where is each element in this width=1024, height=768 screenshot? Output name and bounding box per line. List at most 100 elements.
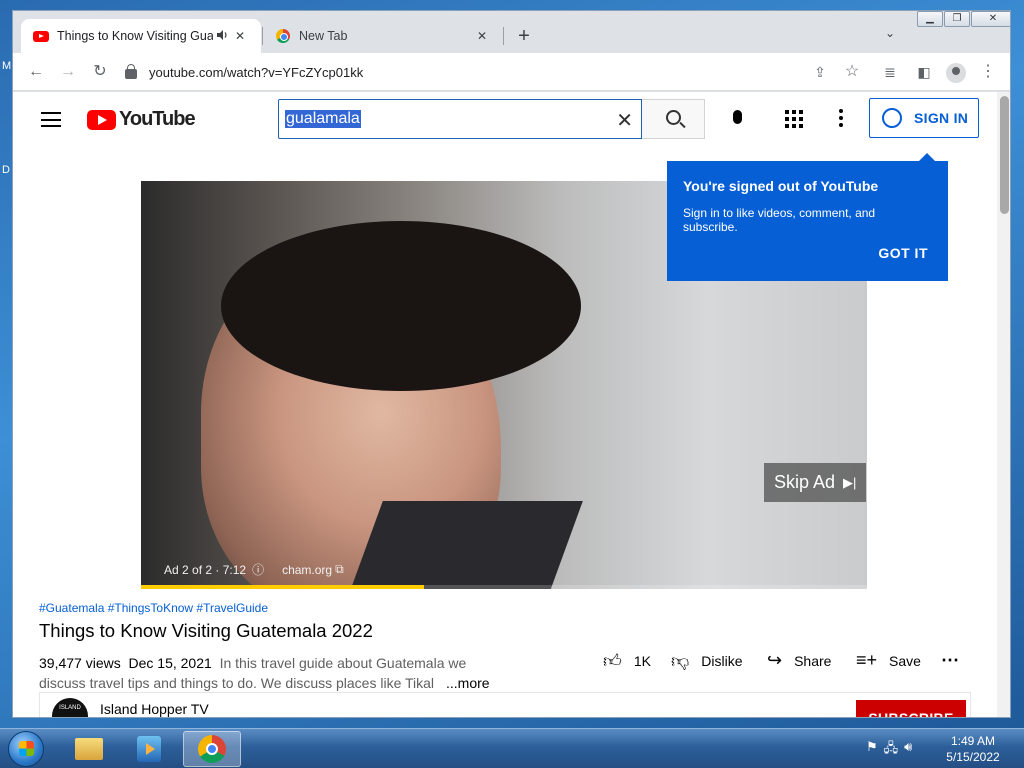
tooltip-body: Sign in to like videos, comment, and sub… — [683, 206, 876, 234]
media-player-icon — [137, 736, 161, 762]
subscribe-button[interactable]: SUBSCRIBE — [856, 700, 966, 717]
taskbar-chrome[interactable] — [183, 731, 241, 767]
close-window-icon[interactable]: ✕ — [971, 11, 1010, 27]
chrome-favicon-icon — [275, 28, 291, 44]
sign-in-button[interactable]: SIGN IN — [869, 98, 979, 138]
share-label: Share — [794, 652, 832, 669]
save-button[interactable]: ≡+ Save — [856, 650, 921, 671]
more-link[interactable]: ...more — [442, 673, 490, 693]
save-label: Save — [889, 652, 921, 669]
youtube-page: YouTube gualamala ✕ SIGN IN Skip Ad ▶| A… — [13, 92, 997, 717]
browser-toolbar: ← → ↻ youtube.com/watch?v=YFcZYcp01kk ⇪ … — [13, 53, 1010, 91]
tab-title: New Tab — [299, 29, 348, 43]
save-playlist-icon: ≡+ — [856, 650, 878, 670]
hashtags[interactable]: #Guatemala #ThingsToKnow #TravelGuide — [39, 601, 268, 615]
window-controls: ▁ ❐ ✕ — [916, 11, 1010, 27]
youtube-header: YouTube gualamala ✕ SIGN IN — [13, 92, 997, 148]
hamburger-menu-icon[interactable] — [41, 112, 61, 127]
like-count: 1K — [633, 653, 651, 669]
page-scrollbar[interactable] — [997, 92, 1010, 717]
voice-search-mic-icon[interactable] — [717, 100, 757, 140]
reading-list-icon[interactable]: ≣ — [879, 61, 901, 83]
user-circle-icon — [882, 108, 902, 128]
channel-name[interactable]: Island Hopper TV — [100, 701, 209, 717]
sign-in-label: SIGN IN — [914, 110, 969, 126]
channel-row: ISLAND HOPPER Island Hopper TV SUBSCRIBE — [39, 692, 971, 717]
skip-ad-label: Skip Ad — [774, 472, 836, 492]
youtube-logo-text: YouTube — [119, 108, 196, 130]
back-arrow-icon[interactable]: ← — [25, 61, 47, 83]
tooltip-title: You're signed out of YouTube — [683, 178, 879, 194]
youtube-favicon-icon — [33, 28, 49, 44]
desktop-icon-fragment[interactable]: D — [2, 164, 10, 176]
scrollbar-thumb[interactable] — [1000, 96, 1009, 214]
youtube-play-icon — [87, 109, 116, 130]
search-icon — [665, 110, 681, 125]
side-panel-icon[interactable]: ◧ — [913, 61, 935, 83]
external-link-icon: ⧉ — [335, 562, 344, 576]
browser-menu-icon[interactable]: ⋮ — [977, 61, 999, 83]
thumbs-up-icon: 👍︎ — [603, 651, 622, 671]
video-title: Things to Know Visiting Guatemala 2022 — [39, 620, 373, 641]
more-actions-icon[interactable]: ⋯ — [941, 650, 959, 671]
clock[interactable]: 1:49 AM 5/15/2022 — [940, 733, 1006, 765]
reload-icon[interactable]: ↻ — [89, 61, 111, 83]
forward-arrow-icon[interactable]: → — [57, 61, 79, 83]
address-bar[interactable]: youtube.com/watch?v=YFcZYcp01kk — [125, 58, 853, 86]
volume-icon[interactable]: 🔊︎ — [904, 739, 912, 761]
minimize-icon[interactable]: ▁ — [917, 11, 943, 27]
dislike-button[interactable]: 👎︎ Dislike — [671, 650, 743, 672]
tab-strip: Things to Know Visiting Guatemala 2022 -… — [13, 11, 1010, 53]
ad-progress-fill — [141, 585, 425, 589]
search-button[interactable] — [642, 99, 705, 139]
folder-icon — [75, 738, 103, 760]
apps-grid-icon[interactable] — [785, 110, 803, 128]
skip-next-icon: ▶| — [843, 474, 857, 490]
ad-count-text: Ad 2 of 2 · 7:12 — [164, 562, 247, 577]
desktop-icon-fragment[interactable]: M — [2, 60, 11, 72]
video-description[interactable]: 39,477 views Dec 15, 2021 In this travel… — [39, 653, 499, 693]
signed-out-tooltip: You're signed out of YouTube Sign in to … — [667, 153, 948, 281]
youtube-logo[interactable]: YouTube — [87, 108, 196, 131]
url-text: youtube.com/watch?v=YFcZYcp01kk — [149, 64, 364, 80]
browser-window: Things to Know Visiting Guatemala 2022 -… — [12, 10, 1011, 718]
tab-new-tab[interactable]: New Tab ✕ — [263, 19, 503, 53]
tab-close-icon[interactable]: ✕ — [473, 29, 491, 43]
info-icon[interactable]: ⓘ — [252, 561, 264, 578]
ad-progress-bar[interactable] — [141, 585, 867, 589]
search-input[interactable]: gualamala ✕ — [278, 99, 642, 139]
share-button[interactable]: ↪ Share — [767, 650, 831, 671]
tab-search-chevron-icon[interactable]: ⌄ — [885, 26, 895, 40]
network-icon[interactable]: 🖧︎ — [884, 739, 899, 761]
action-center-flag-icon[interactable]: ⚑ — [866, 739, 878, 761]
taskbar-media-player[interactable] — [120, 731, 178, 767]
skip-ad-button[interactable]: Skip Ad ▶| — [764, 463, 866, 502]
tab-close-icon[interactable]: ✕ — [231, 29, 249, 43]
clear-search-icon[interactable]: ✕ — [616, 108, 633, 133]
restore-icon[interactable]: ❐ — [944, 11, 970, 27]
ad-domain-link[interactable]: cham.org — [282, 563, 332, 577]
view-count: 39,477 views — [39, 655, 121, 671]
tab-youtube[interactable]: Things to Know Visiting Guatemala 2022 -… — [21, 19, 261, 53]
chrome-icon — [198, 735, 226, 763]
settings-kebab-icon[interactable] — [839, 109, 843, 130]
like-button[interactable]: 👍︎ 1K — [603, 650, 651, 672]
share-arrow-icon: ↪ — [767, 650, 783, 670]
lock-icon[interactable] — [125, 64, 137, 79]
system-tray: ⚑ 🖧︎ 🔊︎ — [866, 739, 912, 761]
clock-time: 1:49 AM — [950, 734, 996, 748]
speaker-icon[interactable] — [213, 29, 231, 44]
got-it-button[interactable]: GOT IT — [878, 245, 928, 261]
taskbar: ⚑ 🖧︎ 🔊︎ 1:49 AM 5/15/2022 — [0, 728, 1024, 768]
profile-avatar-icon[interactable] — [946, 63, 966, 83]
channel-avatar[interactable]: ISLAND HOPPER — [52, 698, 88, 717]
clock-date: 5/15/2022 — [946, 750, 1000, 764]
new-tab-plus-icon[interactable]: + — [513, 25, 535, 47]
dislike-label: Dislike — [701, 653, 743, 669]
share-icon[interactable]: ⇪ — [809, 61, 831, 83]
bookmark-star-icon[interactable]: ☆ — [841, 61, 863, 83]
tab-divider — [503, 27, 504, 45]
taskbar-explorer[interactable] — [60, 731, 118, 767]
start-button[interactable] — [8, 731, 44, 767]
ad-info: Ad 2 of 2 · 7:12 ⓘ cham.org ⧉ — [164, 561, 344, 578]
